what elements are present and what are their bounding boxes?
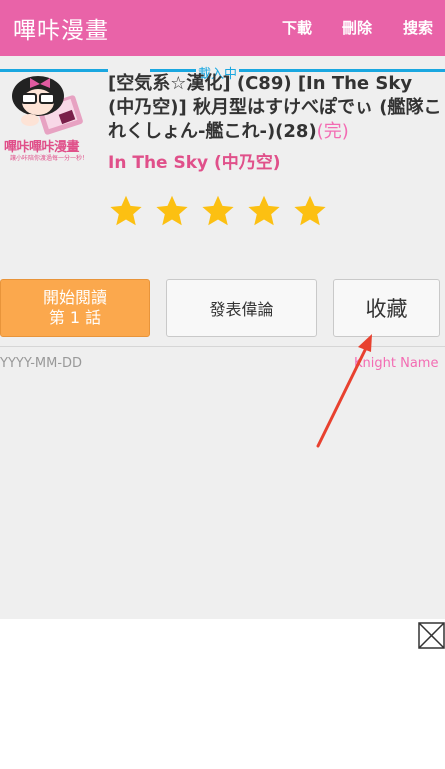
start-reading-label: 開始閱讀 xyxy=(42,288,107,307)
upload-date: YYYY-MM-DD xyxy=(0,356,83,371)
app-bar: 嗶咔漫畫 下載 刪除 搜索 xyxy=(0,0,445,56)
comic-author[interactable]: In The Sky (中乃空) xyxy=(108,148,281,173)
uploader-name[interactable]: Knight Name xyxy=(354,356,438,371)
delete-button[interactable]: 刪除 xyxy=(342,17,372,38)
logo-subtext: 讓小咔陪你渡過每一分一秒！ xyxy=(10,155,89,162)
start-reading-button[interactable]: 開始閱讀 第 1 話 xyxy=(0,279,150,337)
completion-status: (完) xyxy=(316,121,349,142)
favorite-button[interactable]: 收藏 xyxy=(333,279,440,337)
download-button[interactable]: 下載 xyxy=(282,17,312,38)
app-title: 嗶咔漫畫 xyxy=(13,18,109,44)
chapter-label: 第 1 話 xyxy=(48,308,102,327)
divider xyxy=(0,346,445,347)
star-icon xyxy=(202,195,234,226)
star-icon xyxy=(110,195,142,226)
broken-image-icon xyxy=(418,622,445,649)
star-icon xyxy=(248,195,280,226)
comment-button[interactable]: 發表偉論 xyxy=(166,279,317,337)
comic-title-text: [空気系☆漢化] (C89) [In The Sky (中乃空)] 秋月型はすけ… xyxy=(108,73,442,142)
search-button[interactable]: 搜索 xyxy=(403,17,433,38)
comic-title: [空気系☆漢化] (C89) [In The Sky (中乃空)] 秋月型はすけ… xyxy=(108,72,442,144)
star-icon xyxy=(294,195,326,226)
star-icon xyxy=(156,195,188,226)
